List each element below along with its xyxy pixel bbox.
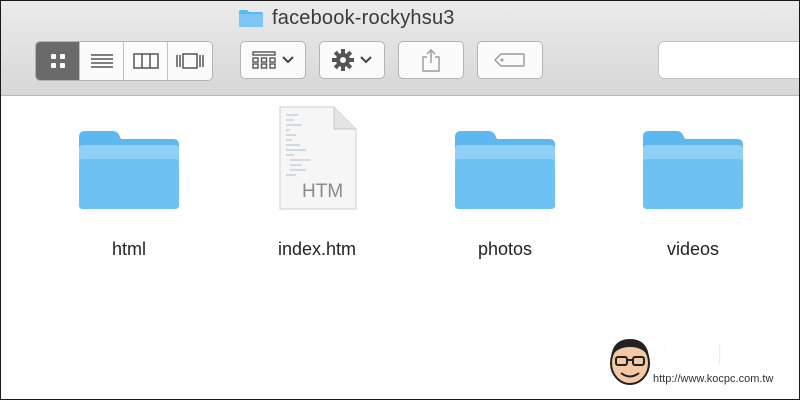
file-item[interactable]: photos — [435, 111, 575, 260]
gear-icon — [332, 49, 354, 71]
columns-icon — [132, 53, 159, 69]
file-label: videos — [666, 239, 720, 259]
watermark-url: http://www.kocpc.com.tw — [653, 373, 774, 385]
arrange-icon — [252, 51, 276, 69]
action-button[interactable] — [319, 41, 385, 79]
list-icon — [90, 54, 113, 68]
cover-flow-view-button[interactable] — [168, 42, 212, 80]
folder-icon — [238, 9, 264, 28]
window-title: facebook-rockyhsu3 — [238, 5, 455, 31]
column-view-button[interactable] — [124, 42, 168, 80]
toolbar: facebook-rockyhsu3 — [1, 1, 799, 96]
view-mode-control — [35, 41, 213, 81]
folder-icon — [450, 111, 560, 211]
file-label: index.htm — [277, 239, 357, 259]
share-button[interactable] — [398, 41, 464, 79]
search-field[interactable] — [658, 41, 799, 79]
tag-icon — [494, 53, 525, 67]
grid-icon — [50, 54, 65, 68]
share-icon — [422, 49, 440, 72]
list-view-button[interactable] — [80, 42, 124, 80]
coverflow-icon — [176, 53, 204, 69]
folder-icon — [638, 111, 748, 211]
finder-window: facebook-rockyhsu3 html HTM index.htm ph… — [0, 0, 800, 400]
document-icon: HTM — [262, 106, 372, 211]
watermark: 電腦王阿達 http://www.kocpc.com.tw — [607, 331, 795, 391]
icon-view-button[interactable] — [36, 42, 80, 80]
file-label: html — [111, 239, 146, 259]
file-label: photos — [477, 239, 533, 259]
file-item[interactable]: html — [59, 111, 199, 260]
chevron-down-icon — [360, 56, 372, 64]
tag-button[interactable] — [477, 41, 543, 79]
file-item[interactable]: HTM index.htm — [247, 106, 387, 260]
mascot-icon — [607, 333, 653, 387]
document-badge: HTM — [302, 181, 343, 202]
watermark-brand: 電腦王阿達 — [652, 340, 789, 371]
arrange-button[interactable] — [240, 41, 306, 79]
chevron-down-icon — [282, 56, 294, 64]
folder-icon — [74, 111, 184, 211]
file-item[interactable]: videos — [623, 111, 763, 260]
window-title-text: facebook-rockyhsu3 — [272, 6, 455, 29]
